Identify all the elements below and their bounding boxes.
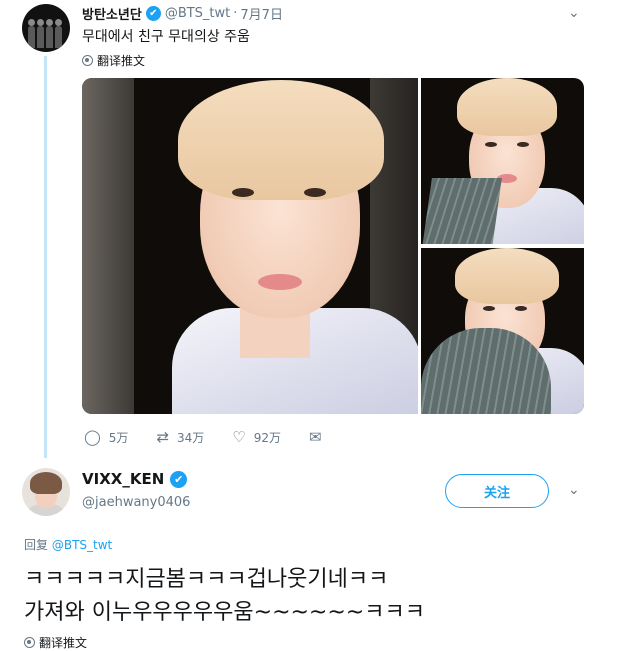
avatar-figure xyxy=(46,19,53,48)
reply-prefix: 回复 xyxy=(24,538,49,552)
like-button[interactable]: ♡ 92万 xyxy=(232,428,281,446)
parent-display-name[interactable]: 방탄소년단 xyxy=(82,4,142,23)
separator-dot: · xyxy=(233,6,238,21)
photo-main[interactable] xyxy=(82,78,418,414)
eye xyxy=(517,142,529,147)
avatar-hair xyxy=(30,472,62,494)
reply-mention-link[interactable]: @BTS_twt xyxy=(52,538,112,552)
like-count: 92万 xyxy=(253,430,282,445)
chevron-down-icon[interactable]: ⌄ xyxy=(568,5,580,21)
globe-icon xyxy=(82,55,93,66)
avatar-figure xyxy=(28,19,35,48)
hair xyxy=(455,248,559,304)
eye xyxy=(515,306,527,311)
heart-icon: ♡ xyxy=(232,428,246,446)
eye xyxy=(232,188,254,197)
eye xyxy=(304,188,326,197)
lips xyxy=(258,274,302,290)
reply-text-line-1: ㅋㅋㅋㅋㅋ지금봄ㅋㅋㅋ겁나웃기네ㅋㅋ xyxy=(24,567,389,592)
reply-context: 回复 @BTS_twt xyxy=(24,536,112,553)
chevron-down-icon[interactable]: ⌄ xyxy=(568,482,580,498)
hair xyxy=(457,78,557,136)
photo-grid xyxy=(82,78,584,414)
eye xyxy=(485,142,497,147)
avatar-figure xyxy=(55,19,62,48)
reply-handle[interactable]: @jaehwany0406 xyxy=(82,495,190,510)
reply-display-name-row: VIXX_KEN ✔ xyxy=(82,470,191,488)
fan xyxy=(422,178,502,244)
reply-count: 5万 xyxy=(108,430,129,445)
globe-icon xyxy=(24,637,35,648)
reply-icon: ◯ xyxy=(84,428,101,446)
verified-badge-icon: ✔ xyxy=(170,470,188,488)
reply-display-name[interactable]: VIXX_KEN xyxy=(82,470,164,488)
photo-top-right[interactable] xyxy=(421,78,584,244)
parent-tweet-text: 무대에서 친구 무대의상 주움 xyxy=(82,29,250,45)
translate-tweet-link[interactable]: 翻译推文 xyxy=(24,634,87,651)
reply-tweet-text: ㅋㅋㅋㅋㅋ지금봄ㅋㅋㅋ겁나웃기네ㅋㅋ 가져와 이누우우우우우움~~~~~~ㅋㅋㅋ xyxy=(24,563,584,629)
avatar-figure xyxy=(37,19,44,48)
translate-tweet-link[interactable]: 翻译推文 xyxy=(82,52,145,69)
eye xyxy=(483,306,495,311)
parent-handle[interactable]: @BTS_twt xyxy=(165,6,230,21)
verified-badge-icon: ✔ xyxy=(145,6,161,21)
photo-bottom-right[interactable] xyxy=(421,248,584,414)
reply-button[interactable]: ◯ 5万 xyxy=(84,428,128,446)
background-wall xyxy=(82,78,134,414)
thread-connector-line xyxy=(44,56,47,458)
bts-avatar[interactable] xyxy=(22,4,70,52)
translate-label: 翻译推文 xyxy=(39,636,88,650)
direct-message-button[interactable]: ✉ xyxy=(309,428,330,446)
hair xyxy=(178,80,384,200)
parent-tweet-actions: ◯ 5万 ⇄ 34万 ♡ 92万 ✉ xyxy=(84,428,358,446)
translate-label: 翻译推文 xyxy=(97,54,146,68)
parent-tweet-header: 방탄소년단 ✔ @BTS_twt · 7月7日 xyxy=(82,4,283,23)
reply-text-line-2: 가져와 이누우우우우우움~~~~~~ㅋㅋㅋ xyxy=(24,600,425,625)
retweet-icon: ⇄ xyxy=(156,428,170,446)
parent-timestamp[interactable]: 7月7日 xyxy=(240,4,283,23)
envelope-icon: ✉ xyxy=(309,428,322,446)
retweet-button[interactable]: ⇄ 34万 xyxy=(156,428,204,446)
retweet-count: 34万 xyxy=(177,430,205,445)
follow-button[interactable]: 关注 xyxy=(445,474,549,508)
ken-avatar[interactable] xyxy=(22,468,70,516)
